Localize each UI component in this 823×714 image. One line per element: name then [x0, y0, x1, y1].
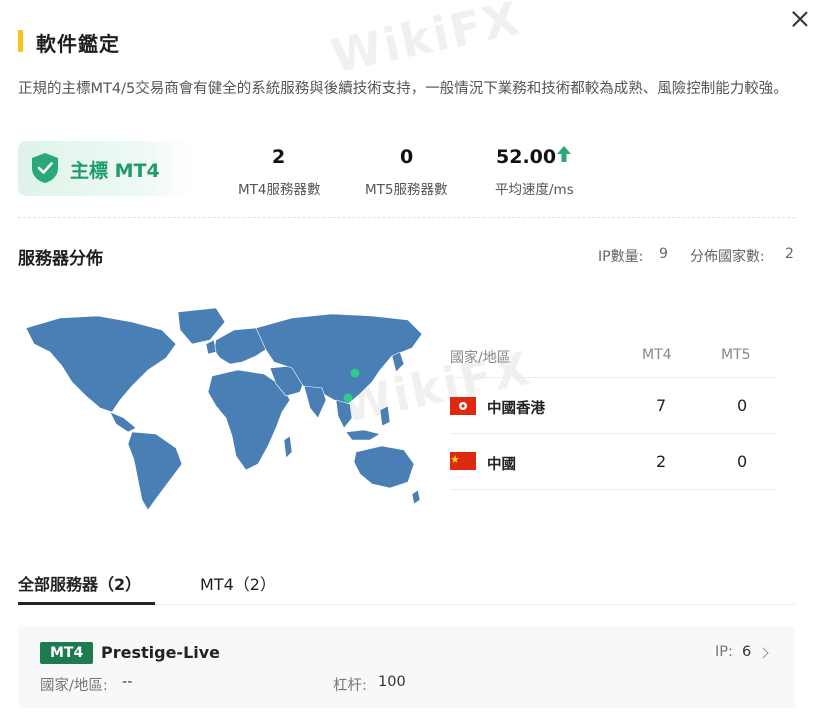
tab-all-servers[interactable]: 全部服務器（2） [18, 571, 141, 595]
region-value: -- [122, 674, 133, 690]
chevron-right-icon[interactable] [757, 647, 769, 659]
server-distribution-title: 服務器分佈 [18, 249, 103, 269]
ip-label: IP: [715, 644, 733, 660]
close-icon[interactable] [789, 8, 811, 30]
country-name: 中國香港 [487, 401, 545, 417]
server-card[interactable]: MT4 Prestige-Live IP: 6 國家/地區: -- 杠杆: 10… [18, 626, 795, 708]
mt4-server-count: 2 [272, 146, 286, 168]
column-header-mt4: MT4 [642, 347, 672, 363]
leverage-label: 杠杆: [333, 678, 367, 694]
hong-kong-flag-icon [450, 397, 476, 415]
country-name: 中國 [487, 457, 516, 473]
ip-count-value: 9 [659, 246, 668, 262]
map-marker-hong-kong [343, 393, 353, 403]
mt4-server-count-label: MT4服務器數 [238, 182, 321, 198]
mt4-badge: 主標 MT4 [18, 141, 194, 196]
mt5-count: 0 [737, 452, 748, 471]
mt4-count: 2 [656, 452, 667, 471]
average-speed-label: 平均速度/ms [495, 182, 574, 198]
platform-tag: MT4 [40, 642, 94, 664]
ip-value: 6 [742, 644, 752, 660]
region-label: 國家/地區: [40, 678, 108, 694]
badge-label: 主標 MT4 [70, 160, 160, 182]
country-count-label: 分佈國家數: [690, 249, 765, 265]
china-flag-icon [450, 452, 476, 470]
column-header-country: 國家/地區 [450, 350, 511, 366]
column-header-mt5: MT5 [721, 347, 751, 363]
mt5-count: 0 [737, 396, 748, 415]
table-divider [450, 433, 777, 434]
mt5-server-count-label: MT5服務器數 [365, 182, 448, 198]
map-marker-china [350, 368, 360, 378]
mt5-server-count: 0 [400, 146, 414, 168]
page-title: 軟件鑑定 [36, 32, 120, 56]
arrow-up-icon [557, 146, 571, 162]
tab-mt4[interactable]: MT4（2） [200, 571, 276, 595]
table-divider [450, 489, 777, 490]
table-divider [450, 377, 777, 378]
leverage-value: 100 [378, 674, 406, 690]
average-speed: 52.00 [496, 146, 557, 168]
world-map [25, 307, 423, 511]
divider [18, 217, 795, 218]
description-text: 正規的主標MT4/5交易商會有健全的系統服務與後續技術支持，一般情況下業務和技術… [18, 81, 788, 97]
ip-count-label: IP數量: [598, 249, 644, 265]
shield-check-icon [32, 153, 58, 183]
watermark-logo: WikiFX [326, 0, 526, 84]
mt4-count: 7 [656, 396, 667, 415]
country-count-value: 2 [785, 246, 794, 262]
server-name: Prestige-Live [101, 643, 221, 662]
title-accent-bar [18, 30, 23, 52]
active-tab-indicator [18, 602, 155, 605]
